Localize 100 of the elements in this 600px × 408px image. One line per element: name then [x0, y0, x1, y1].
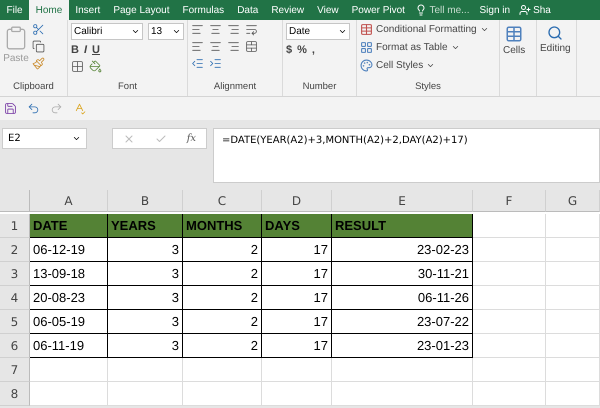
- ribbon-tab[interactable]: Home: [29, 0, 69, 20]
- currency-button[interactable]: $: [286, 44, 292, 56]
- formula-field[interactable]: =DATE(YEAR(A2)+3,MONTH(A2)+2,DAY(A2)+17): [213, 128, 600, 183]
- ribbon-tab[interactable]: Page Layout: [106, 0, 176, 20]
- column-header[interactable]: C: [183, 190, 262, 212]
- user-account[interactable]: Sha: [531, 0, 551, 20]
- table-cell: 17: [262, 238, 332, 262]
- fill-color-icon[interactable]: [89, 60, 102, 73]
- table-cell: 2: [183, 262, 262, 286]
- table-cell: 13-09-18: [30, 262, 108, 286]
- italic-button[interactable]: I: [84, 44, 88, 56]
- row-header[interactable]: 8: [0, 382, 30, 406]
- header-cell: YEARS: [108, 214, 183, 238]
- tell-me-field[interactable]: Tell me...: [427, 0, 474, 20]
- table-cell: 23-01-23: [332, 334, 473, 358]
- copy-icon[interactable]: [32, 40, 45, 53]
- ribbon-tab[interactable]: View: [310, 0, 346, 20]
- table-cell: 3: [108, 310, 183, 334]
- cells-button[interactable]: Cells: [503, 23, 526, 96]
- table-cell: 30-11-21: [332, 262, 473, 286]
- spelling-check-icon[interactable]: [73, 102, 86, 115]
- table-cell: 06-12-19: [30, 238, 108, 262]
- row-header[interactable]: 2: [0, 238, 30, 262]
- scissors-icon[interactable]: [32, 23, 45, 36]
- table-cell: 06-11-19: [30, 334, 108, 358]
- align-right-icon[interactable]: [227, 40, 240, 53]
- table-cell: 2: [183, 310, 262, 334]
- table-cell: 2: [183, 238, 262, 262]
- column-header[interactable]: G: [546, 190, 600, 212]
- group-label: Number: [302, 81, 338, 94]
- header-cell: MONTHS: [183, 214, 262, 238]
- comma-button[interactable]: ,: [312, 44, 315, 56]
- caret-icon[interactable]: [131, 27, 140, 36]
- palette-icon: [360, 59, 373, 72]
- ribbon-tab[interactable]: Power Pivot: [345, 0, 412, 20]
- table-cell: 3: [108, 334, 183, 358]
- font-name-field[interactable]: Calibri: [71, 23, 143, 40]
- caret-icon[interactable]: [338, 27, 347, 36]
- styles-menu-button[interactable]: Conditional Formatting: [360, 23, 489, 36]
- bold-button[interactable]: B: [71, 44, 79, 56]
- row-header[interactable]: 5: [0, 310, 30, 334]
- name-box[interactable]: E2: [2, 128, 87, 149]
- ribbon-tab[interactable]: Data: [230, 0, 265, 20]
- user-icon[interactable]: [519, 4, 532, 16]
- editing-button[interactable]: Editing: [540, 23, 571, 96]
- percent-button[interactable]: %: [297, 44, 307, 56]
- column-header[interactable]: F: [473, 190, 546, 212]
- group-label: Alignment: [212, 81, 258, 94]
- merge-icon[interactable]: [245, 40, 258, 53]
- sign-in-link[interactable]: Sign in: [474, 0, 516, 20]
- undo-icon[interactable]: [27, 102, 40, 115]
- column-header[interactable]: B: [108, 190, 183, 212]
- insert-function-button[interactable]: fx: [186, 133, 196, 144]
- row-header[interactable]: 4: [0, 286, 30, 310]
- align-left-icon[interactable]: [191, 40, 204, 53]
- lightbulb-icon[interactable]: [415, 4, 428, 16]
- table-cell: 17: [262, 334, 332, 358]
- underline-button[interactable]: U: [92, 44, 100, 56]
- row-header[interactable]: 3: [0, 262, 30, 286]
- caret-icon[interactable]: [72, 134, 81, 143]
- group-label: Font: [116, 81, 138, 94]
- ribbon-tab[interactable]: Formulas: [176, 0, 231, 20]
- styles-menu-button[interactable]: Cell Styles: [360, 59, 489, 72]
- wrap-text-icon[interactable]: [245, 23, 258, 36]
- table-cell: 2: [183, 334, 262, 358]
- align-center-icon[interactable]: [209, 40, 222, 53]
- borders-icon[interactable]: [71, 60, 84, 73]
- table-cell: 2: [183, 286, 262, 310]
- row-header[interactable]: 6: [0, 334, 30, 358]
- caret-icon[interactable]: [172, 27, 181, 36]
- table-cell: 20-08-23: [30, 286, 108, 310]
- indent-increase-icon[interactable]: [209, 57, 222, 70]
- save-icon[interactable]: [4, 102, 17, 115]
- brush-icon[interactable]: [32, 57, 45, 70]
- number-format-field[interactable]: Date: [286, 23, 350, 40]
- table-cell: 06-05-19: [30, 310, 108, 334]
- table-cell: 3: [108, 238, 183, 262]
- styles-menu-button[interactable]: Format as Table: [360, 41, 489, 54]
- column-header[interactable]: E: [332, 190, 473, 212]
- table-cell: 17: [262, 310, 332, 334]
- column-header[interactable]: D: [262, 190, 332, 212]
- header-cell: RESULT: [332, 214, 473, 238]
- row-header[interactable]: 7: [0, 358, 30, 382]
- font-size-field[interactable]: 13: [148, 23, 184, 40]
- table-cell: 3: [108, 286, 183, 310]
- ribbon-tab[interactable]: Insert: [68, 0, 107, 20]
- ribbon-tab[interactable]: Review: [264, 0, 311, 20]
- table-cell: 3: [108, 262, 183, 286]
- table-cell: 17: [262, 286, 332, 310]
- search-icon: [547, 25, 564, 41]
- row-header[interactable]: 1: [0, 214, 30, 238]
- caret-icon[interactable]: [450, 43, 460, 52]
- table-cell: 06-11-26: [332, 286, 473, 310]
- group-label: Styles: [414, 81, 442, 94]
- caret-icon[interactable]: [480, 25, 489, 34]
- table-cell: 23-02-23: [332, 238, 473, 262]
- column-header[interactable]: A: [30, 190, 108, 212]
- ribbon-tab[interactable]: File: [0, 0, 30, 20]
- caret-icon[interactable]: [426, 61, 436, 70]
- indent-decrease-icon[interactable]: [191, 57, 204, 70]
